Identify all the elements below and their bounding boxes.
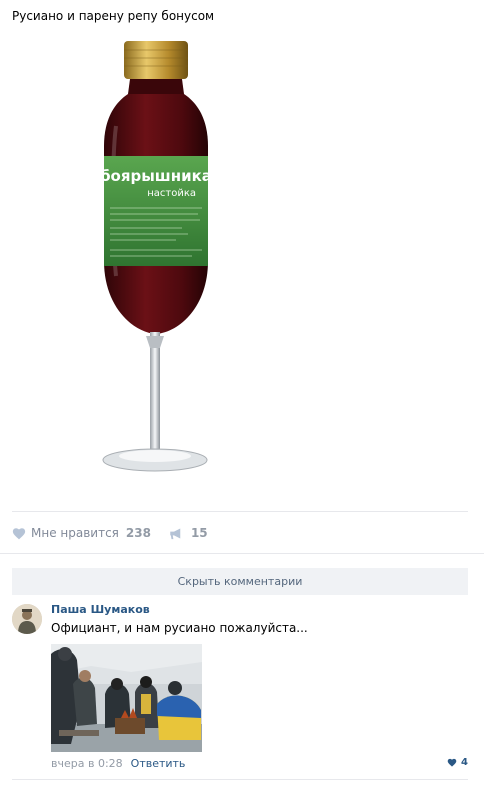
post-image[interactable]: боярышника настойка [92,36,216,486]
glass-stem [150,332,160,450]
label-title: боярышника [100,167,212,185]
divider [0,553,484,554]
comment-like-button[interactable]: 4 [447,757,468,768]
hide-comments-button[interactable]: Скрыть комментарии [12,568,468,595]
comment-time[interactable]: вчера в 0:28 [51,757,123,770]
heart-icon [447,758,457,767]
megaphone-icon [170,528,181,539]
post-actions: Мне нравится 238 15 [12,524,208,542]
comment-author[interactable]: Паша Шумаков [51,603,150,616]
comment-like-count: 4 [461,757,468,768]
heart-icon [12,527,26,539]
share-button[interactable]: 15 [169,526,208,540]
avatar-image [12,604,42,634]
share-count: 15 [190,526,208,540]
avatar[interactable] [12,604,42,634]
divider [12,511,468,512]
divider [12,779,468,780]
bottle-cap [124,41,188,79]
label-subtitle: настойка [147,188,196,199]
like-count: 238 [125,526,151,540]
reply-button[interactable]: Ответить [131,757,186,770]
like-button[interactable]: Мне нравится 238 [12,526,151,540]
comment-meta: вчера в 0:28 Ответить [51,757,185,770]
like-label: Мне нравится [31,526,119,540]
comment-photo[interactable] [51,644,202,752]
post-text: Русиано и парену репу бонусом [12,9,215,23]
comment-text: Официант, и нам русиано пожалуйста... [51,621,308,635]
post: Русиано и парену репу бонусом боярышника… [0,0,484,785]
